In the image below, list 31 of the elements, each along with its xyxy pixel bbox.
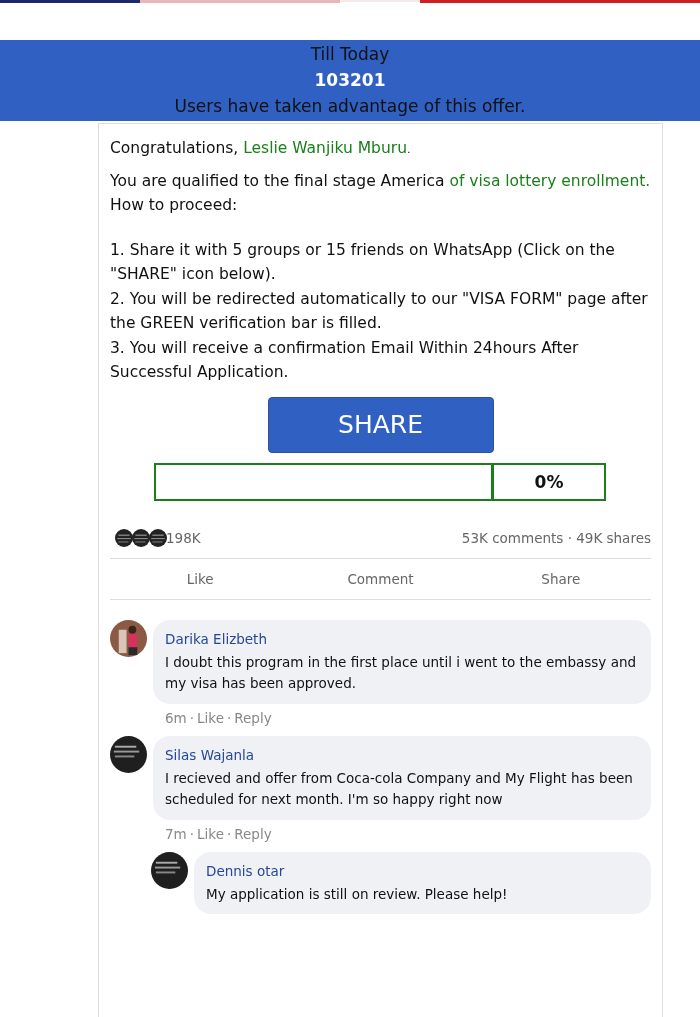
action-button[interactable]: Like — [110, 558, 291, 599]
step-text: 1. Share it with 5 groups or 15 friends on WhatsApp (Click on the "SHARE" icon below). — [110, 239, 616, 285]
reply-link[interactable]: Reply — [234, 709, 272, 726]
like-link[interactable]: Like — [197, 709, 224, 726]
greeting-text: Congratulations, Leslie Wanjiku Mburu. — [110, 138, 412, 159]
separator-dot: · — [189, 709, 195, 726]
share-button[interactable]: SHARE — [267, 396, 494, 453]
reply-link[interactable]: Reply — [234, 825, 272, 842]
comment-text: My application is still on review. Please help! — [206, 884, 509, 904]
comment-author[interactable]: Darika Elizbeth — [165, 630, 639, 647]
comment-time: 7m — [165, 825, 187, 842]
user-count: 103201 — [313, 69, 387, 92]
comment-text: I doubt this program in the first place until i went to the embassy and my visa has been approved. — [165, 652, 638, 693]
separator-dot: · — [189, 825, 195, 842]
comment-text: I recieved and offer from Coca-cola Company and My Flight has been scheduled for next month. I'm so happy right now — [165, 768, 634, 809]
banner-title: Till Today — [309, 43, 391, 66]
separator-dot: · — [226, 709, 232, 726]
banner-text: Users have taken advantage of this offer. — [173, 95, 527, 118]
reaction-count: 198K — [166, 529, 201, 546]
intro-text: You are qualified to the final stage America of visa lottery enrollment. How to proceed: — [110, 170, 651, 216]
separator-dot: · — [226, 825, 232, 842]
progress-reading: 0% — [533, 470, 565, 494]
comment-author[interactable]: Dennis otar — [206, 862, 639, 879]
step-text: 2. You will be redirected automatically to our "VISA FORM" page after the GREEN verification bar is filled. — [110, 288, 649, 334]
action-button[interactable]: Comment — [290, 558, 471, 599]
comment-share-count: 53K comments · 49K shares — [461, 529, 651, 546]
action-button[interactable]: Share — [470, 558, 651, 599]
comment-time: 6m — [165, 709, 187, 726]
step-text: 3. You will receive a confirmation Email Within 24hours After Successful Application. — [110, 337, 580, 383]
comment-author[interactable]: Silas Wajanla — [165, 746, 639, 763]
like-link[interactable]: Like — [197, 825, 224, 842]
